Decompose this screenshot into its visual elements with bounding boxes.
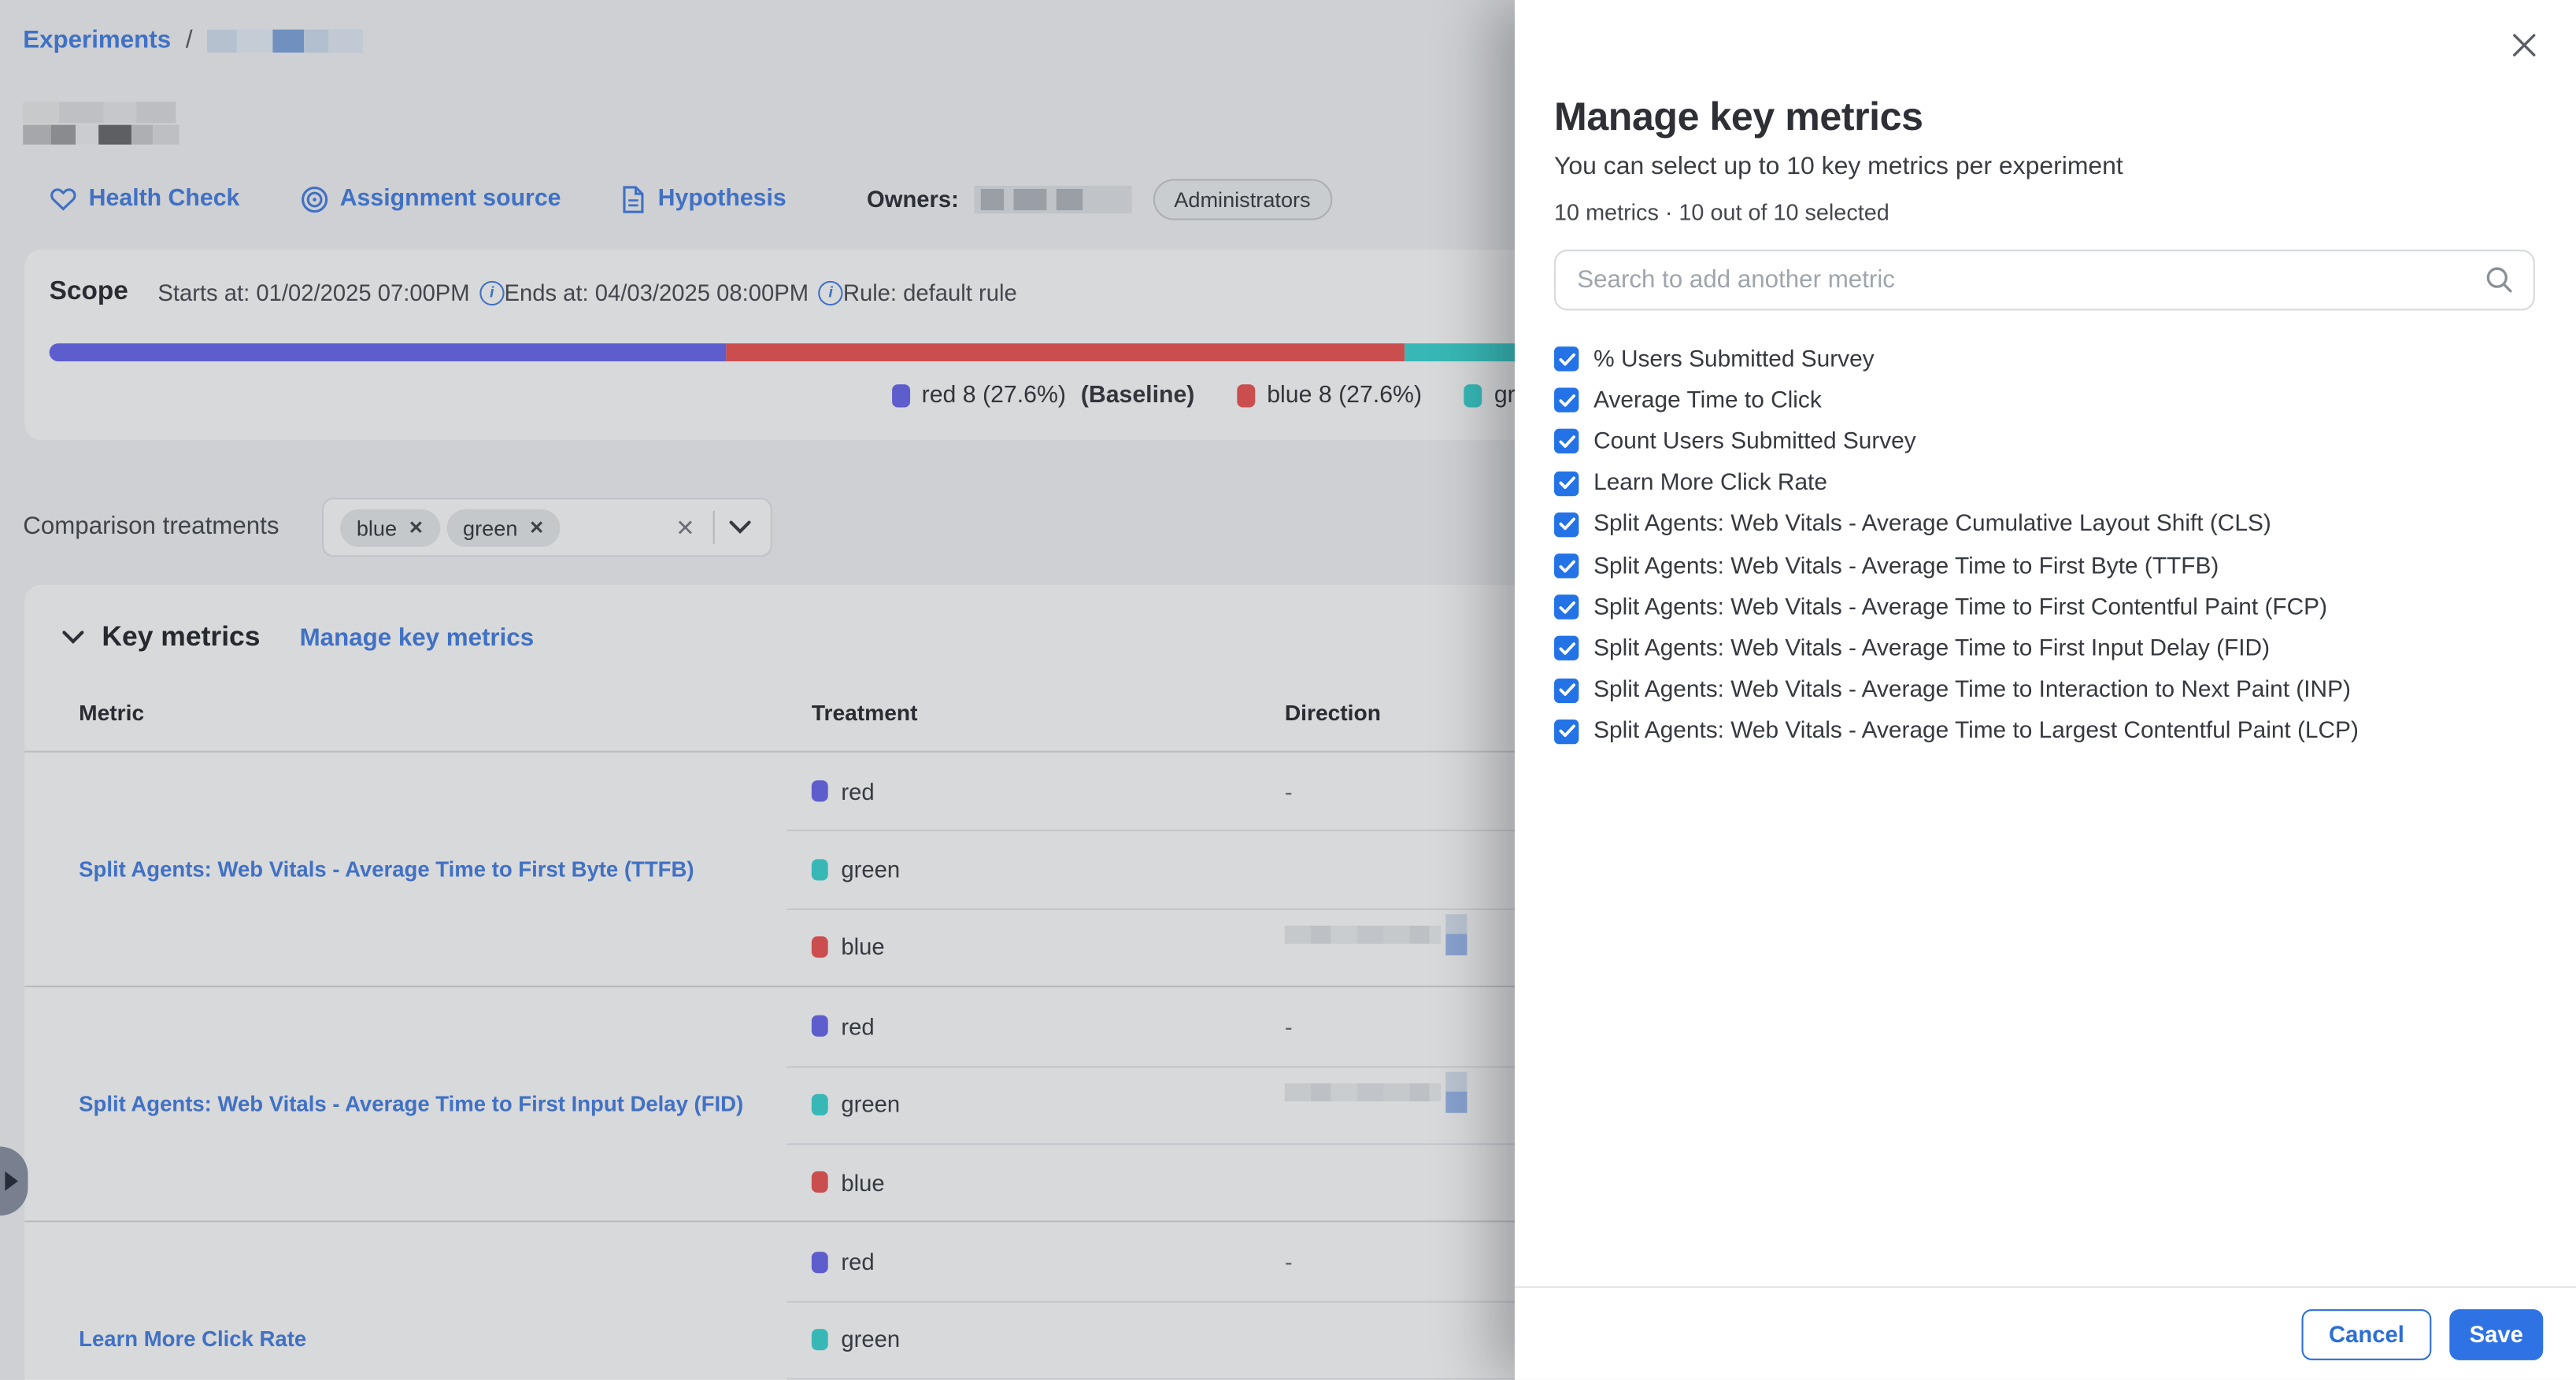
metric-label: Count Users Submitted Survey bbox=[1593, 429, 1916, 455]
checkbox-checked-icon[interactable] bbox=[1554, 595, 1579, 620]
checkbox-checked-icon[interactable] bbox=[1554, 636, 1579, 660]
checkbox-checked-icon[interactable] bbox=[1554, 346, 1579, 371]
metrics-count-line: 10 metrics · 10 out of 10 selected bbox=[1554, 201, 2535, 225]
metric-checkbox-item[interactable]: Split Agents: Web Vitals - Average Time … bbox=[1554, 628, 2535, 670]
metric-label: Split Agents: Web Vitals - Average Time … bbox=[1593, 677, 2351, 703]
search-icon bbox=[2485, 266, 2513, 294]
metric-label: Split Agents: Web Vitals - Average Time … bbox=[1593, 594, 2327, 620]
metric-label: % Users Submitted Survey bbox=[1593, 346, 1875, 372]
metric-search-input[interactable] bbox=[1554, 250, 2535, 310]
metric-checkbox-item[interactable]: Split Agents: Web Vitals - Average Time … bbox=[1554, 711, 2535, 753]
manage-key-metrics-drawer: Manage key metrics You can select up to … bbox=[1515, 0, 2576, 1380]
cancel-button[interactable]: Cancel bbox=[2302, 1308, 2432, 1360]
drawer-footer: Cancel Save bbox=[1515, 1286, 2576, 1380]
metric-checkbox-item[interactable]: % Users Submitted Survey bbox=[1554, 339, 2535, 380]
save-button[interactable]: Save bbox=[2449, 1308, 2543, 1360]
metric-label: Split Agents: Web Vitals - Average Time … bbox=[1593, 635, 2270, 661]
metric-checkbox-list: % Users Submitted Survey Average Time to… bbox=[1554, 339, 2535, 753]
metric-label: Split Agents: Web Vitals - Average Time … bbox=[1593, 718, 2359, 744]
checkbox-checked-icon[interactable] bbox=[1554, 678, 1579, 702]
metric-checkbox-item[interactable]: Split Agents: Web Vitals - Average Time … bbox=[1554, 546, 2535, 587]
checkbox-checked-icon[interactable] bbox=[1554, 430, 1579, 454]
checkbox-checked-icon[interactable] bbox=[1554, 388, 1579, 413]
close-button[interactable] bbox=[2505, 26, 2543, 68]
drawer-title: Manage key metrics bbox=[1554, 95, 2535, 141]
metric-checkbox-item[interactable]: Count Users Submitted Survey bbox=[1554, 421, 2535, 463]
metric-checkbox-item[interactable]: Split Agents: Web Vitals - Average Cumul… bbox=[1554, 504, 2535, 546]
metric-label: Split Agents: Web Vitals - Average Cumul… bbox=[1593, 512, 2271, 538]
metric-checkbox-item[interactable]: Split Agents: Web Vitals - Average Time … bbox=[1554, 669, 2535, 711]
app-root: Experiments / Health Check Assignment so… bbox=[0, 0, 2576, 1380]
metric-label: Learn More Click Rate bbox=[1593, 470, 1827, 496]
metric-label: Average Time to Click bbox=[1593, 387, 1822, 413]
checkbox-checked-icon[interactable] bbox=[1554, 553, 1579, 578]
metric-checkbox-item[interactable]: Learn More Click Rate bbox=[1554, 463, 2535, 505]
metric-checkbox-item[interactable]: Average Time to Click bbox=[1554, 379, 2535, 421]
checkbox-checked-icon[interactable] bbox=[1554, 471, 1579, 495]
metric-search bbox=[1554, 250, 2535, 310]
metric-label: Split Agents: Web Vitals - Average Time … bbox=[1593, 553, 2219, 579]
checkbox-checked-icon[interactable] bbox=[1554, 512, 1579, 537]
drawer-subtitle: You can select up to 10 key metrics per … bbox=[1554, 153, 2535, 183]
close-icon bbox=[2512, 33, 2537, 57]
checkbox-checked-icon[interactable] bbox=[1554, 720, 1579, 744]
metric-checkbox-item[interactable]: Split Agents: Web Vitals - Average Time … bbox=[1554, 586, 2535, 628]
